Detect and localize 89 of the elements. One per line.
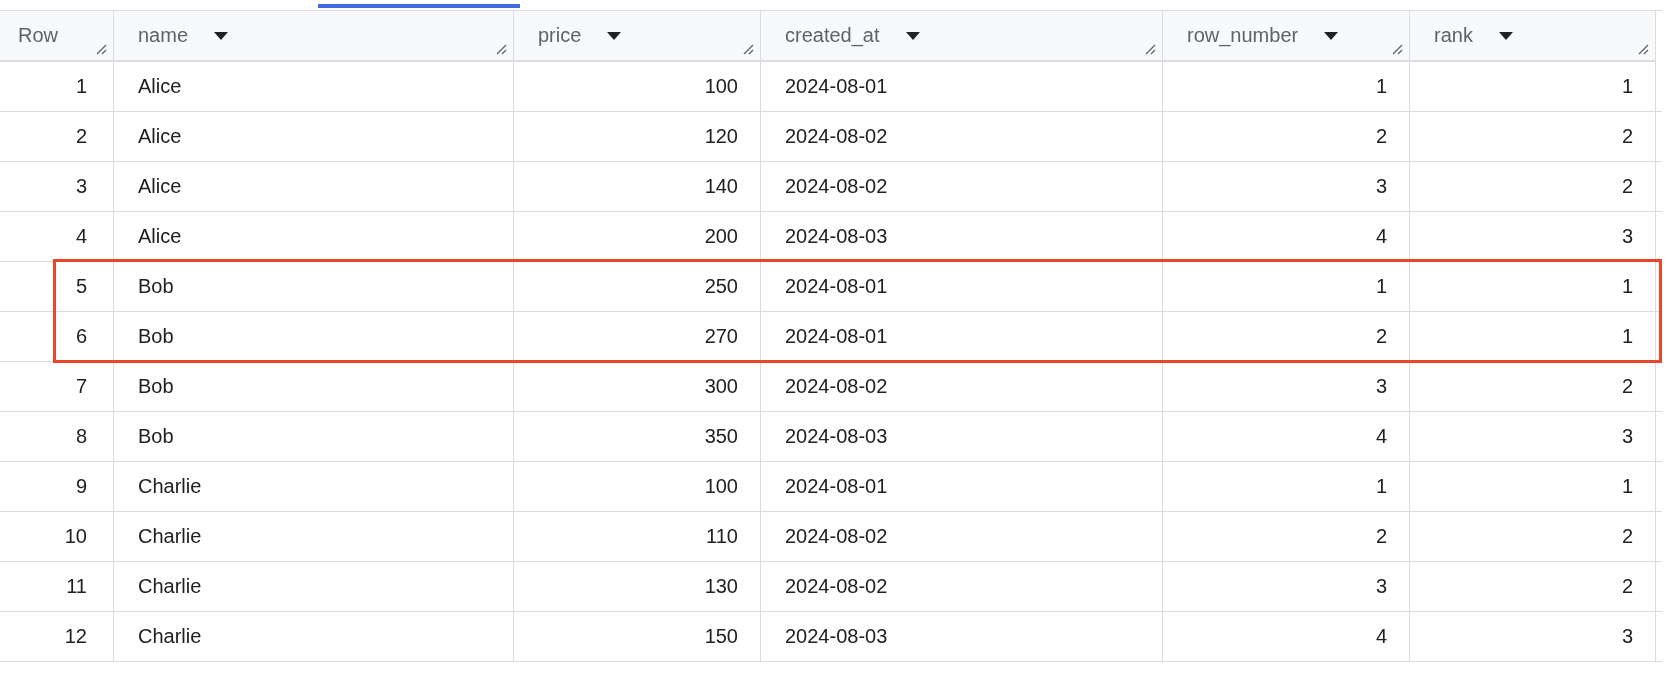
- table-cell: Charlie: [114, 462, 514, 511]
- table-cell: 100: [514, 62, 761, 111]
- table-cell: 4: [1163, 612, 1410, 661]
- table-cell: 2024-08-01: [761, 462, 1163, 511]
- table-cell: Alice: [114, 112, 514, 161]
- table-cell: 270: [514, 312, 761, 361]
- column-label: Row: [18, 24, 58, 47]
- column-label[interactable]: created_at: [785, 24, 880, 47]
- table-cell: 150: [514, 612, 761, 661]
- column-label[interactable]: row_number: [1187, 24, 1299, 47]
- row-number-cell: 1: [0, 62, 114, 111]
- table-cell: 2: [1410, 512, 1656, 561]
- table-cell: Bob: [114, 362, 514, 411]
- column-label[interactable]: name: [138, 24, 189, 47]
- table-cell: 2024-08-02: [761, 112, 1163, 161]
- sort-caret-icon[interactable]: [607, 31, 622, 40]
- resize-handle-icon[interactable]: [742, 43, 754, 55]
- table-cell: Bob: [114, 262, 514, 311]
- table-cell: 300: [514, 362, 761, 411]
- table-cell: Alice: [114, 162, 514, 211]
- resize-handle-icon[interactable]: [1391, 43, 1403, 55]
- row-number-cell: 5: [0, 262, 114, 311]
- table-cell: 4: [1163, 412, 1410, 461]
- table-cell: 2: [1410, 112, 1656, 161]
- sort-caret-icon[interactable]: [214, 31, 229, 40]
- table-cell: 2024-08-01: [761, 312, 1163, 361]
- table-cell: 250: [514, 262, 761, 311]
- table-cell: 1: [1410, 312, 1656, 361]
- table-cell: 2024-08-01: [761, 62, 1163, 111]
- row-number-cell: 11: [0, 562, 114, 611]
- row-number-cell: 7: [0, 362, 114, 411]
- table-cell: 1: [1163, 462, 1410, 511]
- table-cell: 130: [514, 562, 761, 611]
- row-number-cell: 3: [0, 162, 114, 211]
- table-cell: 110: [514, 512, 761, 561]
- table-cell: 2: [1163, 312, 1410, 361]
- table-cell: 140: [514, 162, 761, 211]
- table-cell: 2024-08-02: [761, 562, 1163, 611]
- row-number-cell: 12: [0, 612, 114, 661]
- table-cell: 100: [514, 462, 761, 511]
- column-label[interactable]: rank: [1434, 24, 1473, 47]
- table-cell: 2024-08-02: [761, 162, 1163, 211]
- table-cell: Charlie: [114, 562, 514, 611]
- table-cell: Bob: [114, 312, 514, 361]
- row-number-cell: 9: [0, 462, 114, 511]
- table-cell: 200: [514, 212, 761, 261]
- table-cell: 2024-08-03: [761, 612, 1163, 661]
- table-cell: 2024-08-03: [761, 412, 1163, 461]
- column-label[interactable]: price: [538, 24, 582, 47]
- table-cell: 1: [1410, 62, 1656, 111]
- table-cell: 350: [514, 412, 761, 461]
- table-cell: 2024-08-02: [761, 362, 1163, 411]
- table-cell: Alice: [114, 62, 514, 111]
- row-number-cell: 2: [0, 112, 114, 161]
- table-cell: 2024-08-02: [761, 512, 1163, 561]
- table-cell: 1: [1163, 262, 1410, 311]
- table-cell: 4: [1163, 212, 1410, 261]
- table-cell: 2024-08-03: [761, 212, 1163, 261]
- table-cell: Bob: [114, 412, 514, 461]
- sort-caret-icon[interactable]: [905, 31, 920, 40]
- table-cell: 2024-08-01: [761, 262, 1163, 311]
- table-cell: Charlie: [114, 512, 514, 561]
- sort-caret-icon[interactable]: [1324, 31, 1339, 40]
- resize-handle-icon[interactable]: [1637, 43, 1649, 55]
- resize-handle-icon[interactable]: [1144, 43, 1156, 55]
- row-number-cell: 10: [0, 512, 114, 561]
- table-cell: Charlie: [114, 612, 514, 661]
- table-cell: 2: [1163, 512, 1410, 561]
- table-cell: 3: [1410, 212, 1656, 261]
- table-cell: 3: [1410, 612, 1656, 661]
- resize-handle-icon[interactable]: [95, 43, 107, 55]
- table-cell: 3: [1163, 562, 1410, 611]
- table-cell: 3: [1163, 162, 1410, 211]
- row-number-cell: 4: [0, 212, 114, 261]
- table-cell: 2: [1410, 362, 1656, 411]
- row-number-cell: 6: [0, 312, 114, 361]
- sort-caret-icon[interactable]: [1498, 31, 1513, 40]
- table-cell: 1: [1410, 262, 1656, 311]
- table-cell: Alice: [114, 212, 514, 261]
- table-cell: 3: [1410, 412, 1656, 461]
- table-cell: 2: [1163, 112, 1410, 161]
- table-cell: 120: [514, 112, 761, 161]
- table-cell: 1: [1410, 462, 1656, 511]
- table-cell: 3: [1163, 362, 1410, 411]
- table-cell: 2: [1410, 562, 1656, 611]
- table-cell: 2: [1410, 162, 1656, 211]
- resize-handle-icon[interactable]: [495, 43, 507, 55]
- table-cell: 1: [1163, 62, 1410, 111]
- row-number-cell: 8: [0, 412, 114, 461]
